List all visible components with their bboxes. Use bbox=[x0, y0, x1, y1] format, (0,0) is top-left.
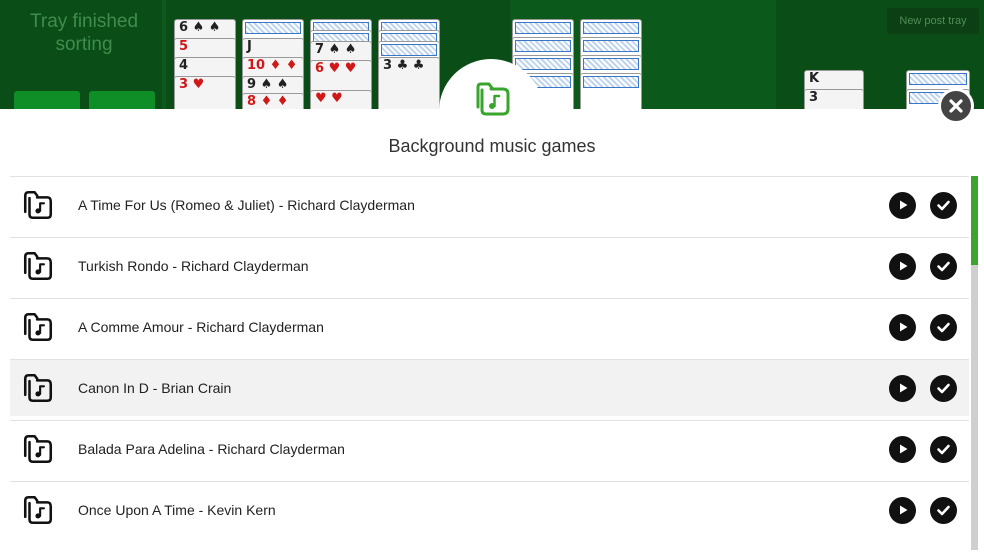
play-button[interactable] bbox=[889, 313, 916, 341]
play-button[interactable] bbox=[889, 252, 916, 280]
new-post-tray-button[interactable]: New post tray bbox=[887, 8, 979, 34]
music-folder-icon bbox=[23, 312, 53, 342]
play-button[interactable] bbox=[889, 496, 916, 524]
scrollbar-thumb[interactable] bbox=[971, 176, 978, 265]
play-icon bbox=[899, 444, 907, 454]
track-name: Once Upon A Time - Kevin Kern bbox=[78, 502, 276, 518]
track-name: Canon In D - Brian Crain bbox=[78, 380, 232, 396]
play-icon bbox=[899, 383, 907, 393]
track-row[interactable]: A Time For Us (Romeo & Juliet) - Richard… bbox=[10, 176, 969, 233]
select-button[interactable] bbox=[930, 313, 957, 341]
track-row[interactable]: Once Upon A Time - Kevin Kern bbox=[10, 481, 969, 538]
select-button[interactable] bbox=[930, 435, 957, 463]
playing-card[interactable]: 3 ♣ ♣ bbox=[378, 57, 440, 117]
track-row[interactable]: Balada Para Adelina - Richard Clayderman bbox=[10, 420, 969, 477]
status-text: Tray finished sorting bbox=[29, 11, 139, 55]
dialog-title: Background music games bbox=[388, 136, 596, 156]
track-name: Balada Para Adelina - Richard Clayderman bbox=[78, 441, 345, 457]
music-folder-icon bbox=[23, 373, 53, 403]
check-icon bbox=[937, 322, 950, 332]
tray-button[interactable] bbox=[89, 91, 155, 111]
music-folder-icon bbox=[23, 434, 53, 464]
track-row[interactable]: Turkish Rondo - Richard Clayderman bbox=[10, 237, 969, 294]
play-icon bbox=[899, 505, 907, 515]
check-icon bbox=[937, 261, 950, 271]
track-row[interactable]: Canon In D - Brian Crain bbox=[10, 359, 969, 416]
music-folder-icon bbox=[23, 495, 53, 525]
check-icon bbox=[937, 505, 950, 515]
music-folder-icon bbox=[476, 82, 510, 116]
play-button[interactable] bbox=[889, 191, 916, 219]
music-folder-icon bbox=[23, 251, 53, 281]
select-button[interactable] bbox=[930, 374, 957, 402]
track-row[interactable]: A Comme Amour - Richard Clayderman bbox=[10, 298, 969, 355]
play-icon bbox=[899, 261, 907, 271]
close-icon bbox=[949, 99, 963, 113]
track-name: A Comme Amour - Richard Clayderman bbox=[78, 319, 324, 335]
card-back bbox=[580, 73, 642, 113]
select-button[interactable] bbox=[930, 191, 957, 219]
play-button[interactable] bbox=[889, 374, 916, 402]
check-icon bbox=[937, 383, 950, 393]
select-button[interactable] bbox=[930, 496, 957, 524]
track-name: A Time For Us (Romeo & Juliet) - Richard… bbox=[78, 197, 415, 213]
music-folder-icon bbox=[23, 190, 53, 220]
check-icon bbox=[937, 200, 950, 210]
track-name: Turkish Rondo - Richard Clayderman bbox=[78, 258, 309, 274]
tray-button[interactable] bbox=[14, 91, 80, 111]
check-icon bbox=[937, 444, 950, 454]
close-button[interactable] bbox=[938, 88, 974, 124]
play-button[interactable] bbox=[889, 435, 916, 463]
select-button[interactable] bbox=[930, 252, 957, 280]
track-list[interactable]: A Time For Us (Romeo & Juliet) - Richard… bbox=[10, 176, 969, 553]
play-icon bbox=[899, 200, 907, 210]
play-icon bbox=[899, 322, 907, 332]
